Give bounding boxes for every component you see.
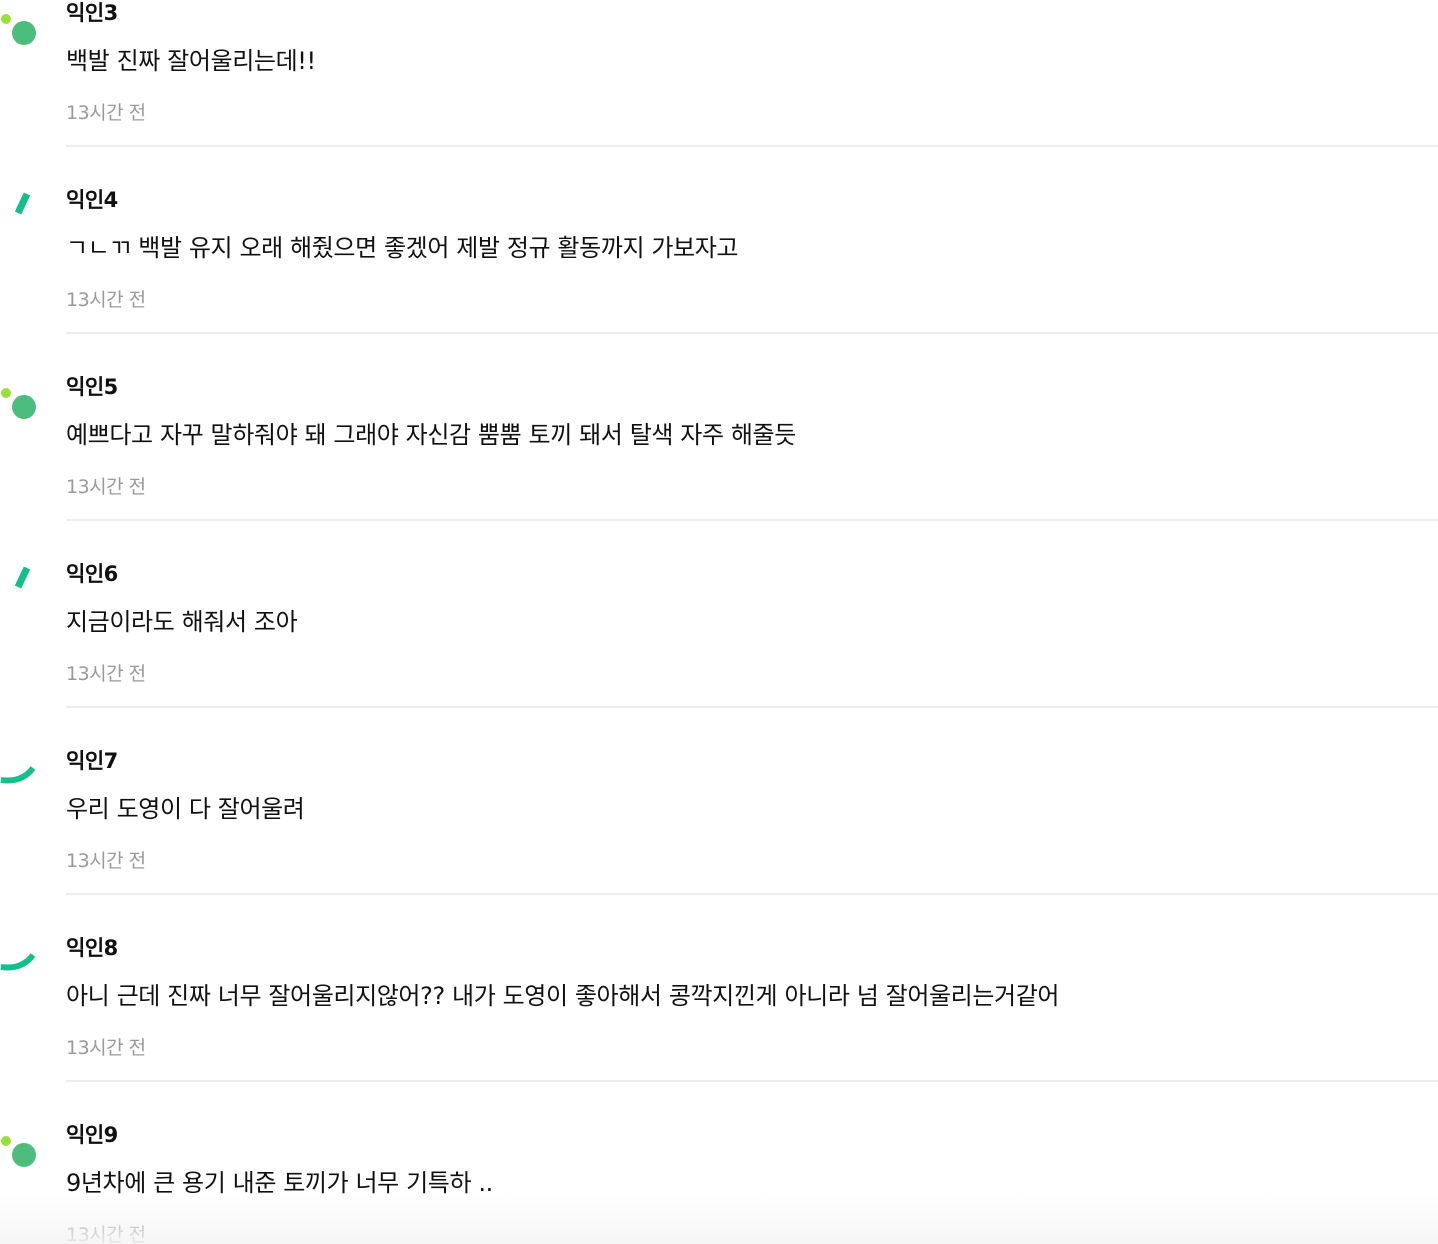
smile-avatar-icon xyxy=(0,930,48,988)
comment-author[interactable]: 익인5 xyxy=(66,374,118,400)
comment-time: 13시간 전 xyxy=(66,850,146,872)
comment-text: 백발 진짜 잘어울리는데!! xyxy=(66,47,316,75)
comment-time: 13시간 전 xyxy=(66,476,146,498)
comment-item: 익인3 백발 진짜 잘어울리는데!! 13시간 전 xyxy=(0,0,1438,174)
comment-time: 13시간 전 xyxy=(66,663,146,685)
slash-avatar-icon xyxy=(0,182,48,240)
smile-avatar-icon xyxy=(0,743,48,801)
slash-avatar-icon xyxy=(0,556,48,614)
comment-item: 익인9 9년차에 큰 용기 내준 토끼가 너무 기특하 .. 13시간 전 xyxy=(0,1109,1438,1244)
comment-author[interactable]: 익인3 xyxy=(66,0,118,26)
comment-text: 예쁘다고 자꾸 말하줘야 돼 그래야 자신감 뿜뿜 토끼 돼서 탈색 자주 해줄… xyxy=(66,421,796,449)
comment-divider xyxy=(66,519,1438,521)
comment-text: 우리 도영이 다 잘어울려 xyxy=(66,795,305,823)
comment-divider xyxy=(66,706,1438,708)
comment-time: 13시간 전 xyxy=(66,102,146,124)
comment-divider xyxy=(66,893,1438,895)
comment-item: 익인7 우리 도영이 다 잘어울려 13시간 전 xyxy=(0,735,1438,922)
comment-text: ㄱㄴㄲ 백발 유지 오래 해줬으면 좋겠어 제발 정규 활동까지 가보자고 xyxy=(66,234,739,262)
comment-author[interactable]: 익인6 xyxy=(66,561,118,587)
comment-text: 아니 근데 진짜 너무 잘어울리지않어?? 내가 도영이 좋아해서 콩깍지낀게 … xyxy=(66,982,1060,1010)
comment-divider xyxy=(66,1080,1438,1082)
comment-list: 익인3 백발 진짜 잘어울리는데!! 13시간 전 익인4 ㄱㄴㄲ 백발 유지 … xyxy=(0,0,1438,1244)
comment-time: 13시간 전 xyxy=(66,1224,146,1244)
comment-page: 익인3 백발 진짜 잘어울리는데!! 13시간 전 익인4 ㄱㄴㄲ 백발 유지 … xyxy=(0,0,1438,1244)
dots-avatar-icon xyxy=(0,1117,48,1175)
comment-author[interactable]: 익인4 xyxy=(66,187,118,213)
comment-divider xyxy=(66,332,1438,334)
comment-item: 익인4 ㄱㄴㄲ 백발 유지 오래 해줬으면 좋겠어 제발 정규 활동까지 가보자… xyxy=(0,174,1438,361)
comment-item: 익인6 지금이라도 해줘서 조아 13시간 전 xyxy=(0,548,1438,735)
comment-author[interactable]: 익인7 xyxy=(66,748,118,774)
comment-author[interactable]: 익인9 xyxy=(66,1122,118,1148)
comment-time: 13시간 전 xyxy=(66,1037,146,1059)
comment-text: 9년차에 큰 용기 내준 토끼가 너무 기특하 .. xyxy=(66,1169,493,1197)
dots-avatar-icon xyxy=(0,0,48,53)
dots-avatar-icon xyxy=(0,369,48,427)
comment-divider xyxy=(66,145,1438,147)
comment-author[interactable]: 익인8 xyxy=(66,935,118,961)
comment-item: 익인5 예쁘다고 자꾸 말하줘야 돼 그래야 자신감 뿜뿜 토끼 돼서 탈색 자… xyxy=(0,361,1438,548)
comment-text: 지금이라도 해줘서 조아 xyxy=(66,608,298,636)
comment-item: 익인8 아니 근데 진짜 너무 잘어울리지않어?? 내가 도영이 좋아해서 콩깍… xyxy=(0,922,1438,1109)
comment-time: 13시간 전 xyxy=(66,289,146,311)
